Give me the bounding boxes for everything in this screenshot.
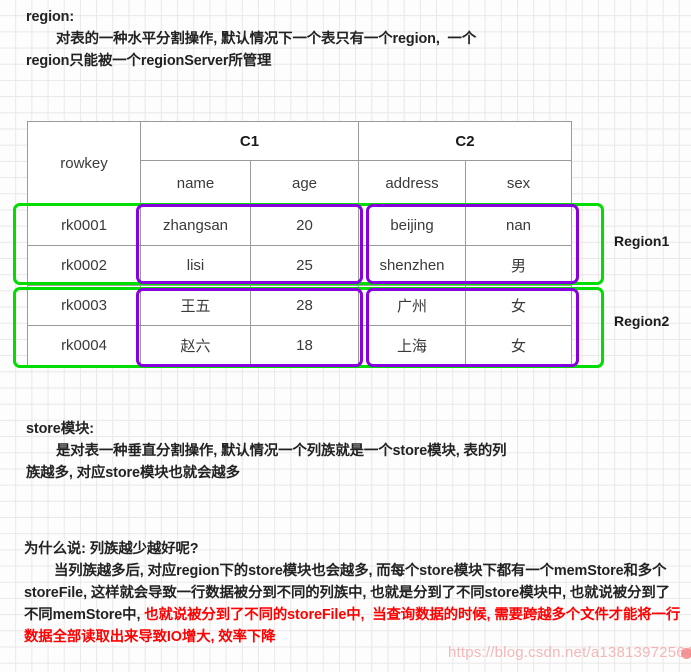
cell-age: 20 xyxy=(250,205,359,246)
cell-age: 28 xyxy=(250,285,359,326)
cell-rowkey: rk0004 xyxy=(27,325,141,366)
region1-label: Region1 xyxy=(614,233,670,249)
table-row: rk0003 王五 28 广州 女 xyxy=(27,285,572,326)
region2-label: Region2 xyxy=(614,313,670,329)
region-note-line1: 对表的一种水平分割操作, 默认情况下一个表只有一个region, 一个 xyxy=(56,31,477,47)
hbase-table-wrapper: rowkey C1 C2 name age address sex rk0001… xyxy=(27,121,572,366)
region-note-line2: region只能被一个regionServer所管理 xyxy=(26,53,272,69)
cell-sex: 男 xyxy=(465,245,572,286)
watermark-text: https://blog.csdn.net/a13813972564 xyxy=(448,644,691,661)
why-note: 为什么说: 列族越少越好呢? 当列族越多后, 对应region下的store模块也… xyxy=(24,538,684,648)
cell-rowkey: rk0003 xyxy=(27,285,141,326)
cell-sex: 女 xyxy=(465,325,572,366)
header-family-c2: C2 xyxy=(358,121,572,161)
cell-sex: 女 xyxy=(465,285,572,326)
header-rowkey: rowkey xyxy=(27,121,141,206)
region-note: region: 对表的一种水平分割操作, 默认情况下一个表只有一个region, … xyxy=(26,6,666,72)
store-note-line2: 族越多, 对应store模块也就会越多 xyxy=(26,465,240,481)
header-qualifier-age: age xyxy=(250,160,359,206)
header-qualifier-address: address xyxy=(358,160,466,206)
table-header-row-1: rowkey C1 C2 xyxy=(27,121,572,206)
table-row: rk0001 zhangsan 20 beijing nan xyxy=(27,205,572,246)
cell-address: 广州 xyxy=(358,285,466,326)
cell-address: shenzhen xyxy=(358,245,466,286)
store-note-heading: store模块: xyxy=(26,421,94,437)
cell-age: 18 xyxy=(250,325,359,366)
store-note: store模块: 是对表一种垂直分割操作, 默认情况一个列族就是一个store模块… xyxy=(26,418,666,484)
header-family-c1: C1 xyxy=(140,121,359,161)
cell-age: 25 xyxy=(250,245,359,286)
cell-name: lisi xyxy=(140,245,251,286)
region-note-heading: region: xyxy=(26,9,75,25)
cell-address: 上海 xyxy=(358,325,466,366)
cell-name: 王五 xyxy=(140,285,251,326)
header-qualifier-sex: sex xyxy=(465,160,572,206)
cell-sex: nan xyxy=(465,205,572,246)
hbase-table: rowkey C1 C2 name age address sex rk0001… xyxy=(27,121,572,366)
table-row: rk0004 赵六 18 上海 女 xyxy=(27,325,572,366)
why-note-heading: 为什么说: 列族越少越好呢? xyxy=(24,541,199,557)
cell-rowkey: rk0001 xyxy=(27,205,141,246)
table-row: rk0002 lisi 25 shenzhen 男 xyxy=(27,245,572,286)
header-qualifier-name: name xyxy=(140,160,251,206)
watermark-logo-icon xyxy=(681,648,691,659)
cell-rowkey: rk0002 xyxy=(27,245,141,286)
cell-name: zhangsan xyxy=(140,205,251,246)
cell-name: 赵六 xyxy=(140,325,251,366)
diagram-canvas: region: 对表的一种水平分割操作, 默认情况下一个表只有一个region, … xyxy=(0,0,691,672)
cell-address: beijing xyxy=(358,205,466,246)
store-note-line1: 是对表一种垂直分割操作, 默认情况一个列族就是一个store模块, 表的列 xyxy=(56,443,507,459)
